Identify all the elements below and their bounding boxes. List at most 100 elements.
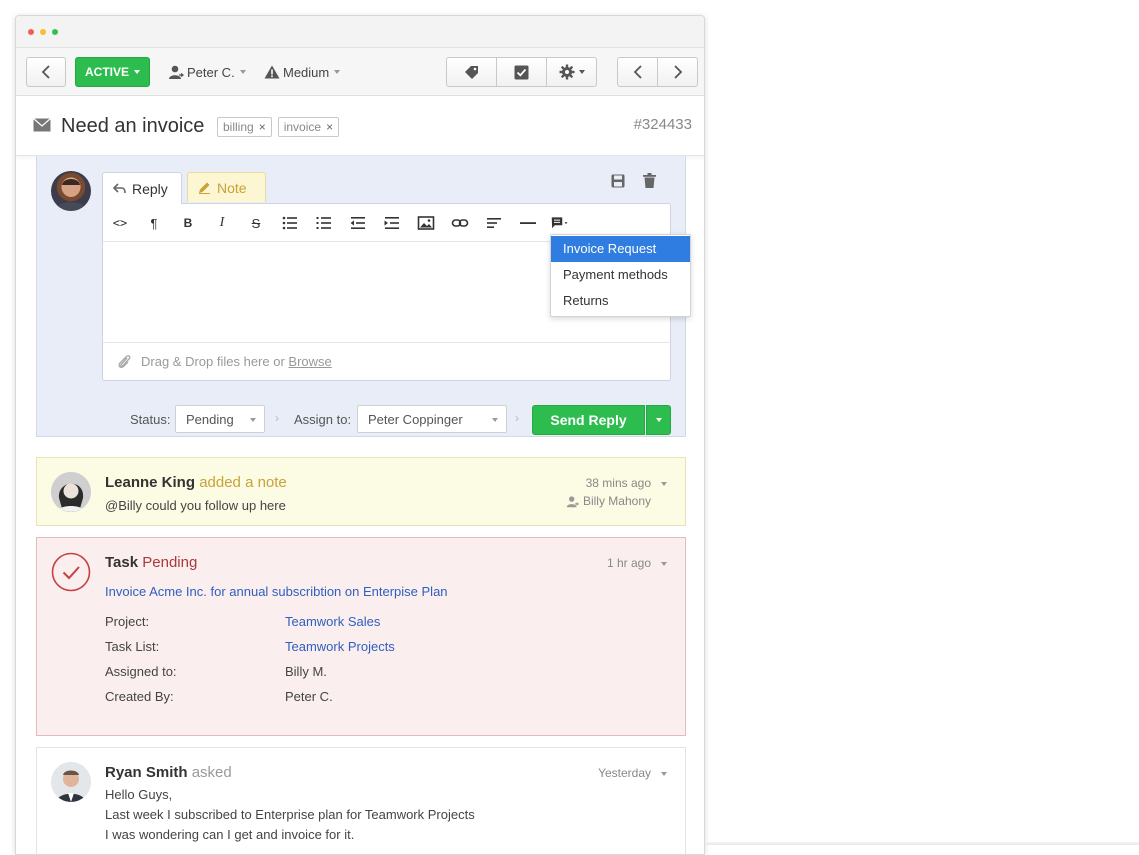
bullet-list-icon[interactable] — [281, 214, 299, 232]
settings-button[interactable] — [546, 57, 597, 87]
priority-dropdown[interactable]: Medium — [264, 57, 341, 87]
assignee-dropdown[interactable]: Peter C. — [168, 57, 246, 87]
task-status: Pending — [142, 554, 198, 571]
minimize-dot[interactable] — [40, 29, 46, 35]
note-item: Leanne King added a note @Billy could yo… — [36, 457, 686, 526]
paperclip-icon — [118, 354, 131, 368]
align-left-icon[interactable] — [485, 214, 503, 232]
user-assign-icon — [566, 495, 579, 507]
trash-icon[interactable] — [643, 173, 656, 188]
checkbox-icon — [514, 65, 529, 79]
note-assignee-name: Billy Mahony — [582, 494, 651, 508]
task-button[interactable] — [496, 57, 547, 87]
canned-response-item[interactable]: Payment methods — [551, 262, 690, 288]
avatar — [51, 762, 91, 802]
assign-select[interactable]: Peter Coppinger — [357, 405, 507, 433]
message-item: Ryan Smith asked Yesterday Hello Guys, L… — [36, 747, 686, 854]
note-author[interactable]: Leanne King — [105, 474, 195, 491]
tag-chip[interactable]: invoice × — [277, 117, 340, 137]
status-dropdown-label: ACTIVE — [84, 65, 129, 79]
next-ticket-button[interactable] — [657, 57, 698, 87]
tag-list: billing × invoice × — [217, 117, 345, 137]
code-view-icon[interactable]: <> — [111, 214, 129, 232]
indent-icon[interactable] — [383, 214, 401, 232]
canned-response-menu: Invoice Request Payment methods Returns — [550, 234, 691, 317]
numbered-list-icon[interactable] — [315, 214, 333, 232]
outdent-icon[interactable] — [349, 214, 367, 232]
task-item: Task Pending 1 hr ago Invoice Acme Inc. … — [36, 537, 686, 736]
chevron-left-icon — [41, 65, 50, 79]
ticket-header: Need an invoice billing × invoice × #32443… — [16, 96, 704, 156]
tag-button[interactable] — [446, 57, 497, 87]
back-button[interactable] — [26, 57, 66, 87]
ticket-toolbar: ACTIVE Peter C. Medium — [16, 48, 704, 96]
save-draft-icon[interactable] — [611, 174, 625, 188]
paragraph-icon[interactable]: ¶ — [145, 214, 163, 232]
message-time: Yesterday — [598, 766, 651, 780]
previous-ticket-button[interactable] — [617, 57, 658, 87]
item-menu-caret-icon[interactable] — [661, 482, 667, 486]
chevron-right-icon: › — [275, 411, 279, 425]
horizontal-rule-icon[interactable] — [519, 214, 537, 232]
ticket-number: #324433 — [633, 116, 692, 133]
canned-response-item[interactable]: Invoice Request — [551, 236, 690, 262]
browse-link[interactable]: Browse — [288, 354, 331, 369]
remove-tag-icon[interactable]: × — [259, 120, 266, 134]
italic-icon[interactable]: I — [213, 214, 231, 232]
avatar — [51, 472, 91, 512]
tag-chip-label: invoice — [283, 120, 322, 134]
send-options-button[interactable] — [646, 405, 671, 435]
canned-response-icon[interactable] — [551, 214, 569, 232]
task-title-link[interactable]: Invoice Acme Inc. for annual subscribtio… — [105, 584, 448, 599]
tab-note[interactable]: Note — [187, 172, 266, 202]
message-line: Hello Guys, — [105, 787, 173, 802]
item-menu-caret-icon[interactable] — [661, 562, 667, 566]
user-assign-icon — [169, 65, 184, 79]
canned-response-item[interactable]: Returns — [551, 288, 690, 314]
task-time: 1 hr ago — [606, 556, 651, 570]
status-select-value: Pending — [186, 411, 234, 427]
title-bar — [16, 16, 704, 48]
attachment-text: Drag & Drop files here or — [141, 354, 289, 369]
tab-reply-label: Reply — [132, 180, 168, 197]
user-avatar-icon — [51, 762, 91, 802]
ticket-title: Need an invoice — [61, 115, 205, 137]
item-menu-caret-icon[interactable] — [661, 772, 667, 776]
tag-chip-label: billing — [223, 120, 254, 134]
task-label: Task — [105, 554, 139, 571]
pencil-icon — [199, 182, 210, 194]
task-field-label: Task List: — [105, 639, 160, 654]
caret-down-icon — [239, 70, 246, 74]
remove-tag-icon[interactable]: × — [326, 120, 333, 134]
task-check-icon[interactable] — [51, 552, 91, 592]
message-line: Last week I subscribed to Enterprise pla… — [105, 807, 475, 822]
link-icon[interactable] — [451, 214, 469, 232]
image-icon[interactable] — [417, 214, 435, 232]
note-heading: Leanne King added a note — [105, 474, 287, 491]
attachment-dropzone[interactable]: Drag & Drop files here or Browse — [103, 342, 670, 380]
tag-chip[interactable]: billing × — [217, 117, 272, 137]
caret-down-icon — [334, 70, 341, 74]
bold-icon[interactable]: B — [179, 214, 197, 232]
assign-label: Assign to: — [294, 412, 352, 427]
reply-arrow-icon — [113, 183, 126, 194]
maximize-dot[interactable] — [52, 29, 58, 35]
note-body: @Billy could you follow up here — [105, 498, 286, 513]
task-project-link[interactable]: Teamwork Sales — [285, 614, 380, 629]
avatar — [51, 171, 91, 211]
task-assigned-value: Billy M. — [285, 664, 327, 679]
send-reply-button[interactable]: Send Reply — [532, 405, 645, 435]
close-dot[interactable] — [28, 29, 34, 35]
user-avatar-icon — [55, 179, 87, 211]
task-list-link[interactable]: Teamwork Projects — [285, 639, 395, 654]
tab-reply[interactable]: Reply — [102, 172, 182, 204]
message-author[interactable]: Ryan Smith — [105, 764, 188, 781]
note-assignee: Billy Mahony — [566, 494, 651, 508]
strikethrough-icon[interactable]: S — [247, 214, 265, 232]
assignee-label: Peter C. — [187, 64, 235, 80]
note-time: 38 mins ago — [585, 476, 651, 490]
caret-down-icon — [655, 418, 662, 422]
message-heading: Ryan Smith asked — [105, 764, 232, 781]
status-select[interactable]: Pending — [175, 405, 265, 433]
status-dropdown-button[interactable]: ACTIVE — [75, 57, 150, 87]
